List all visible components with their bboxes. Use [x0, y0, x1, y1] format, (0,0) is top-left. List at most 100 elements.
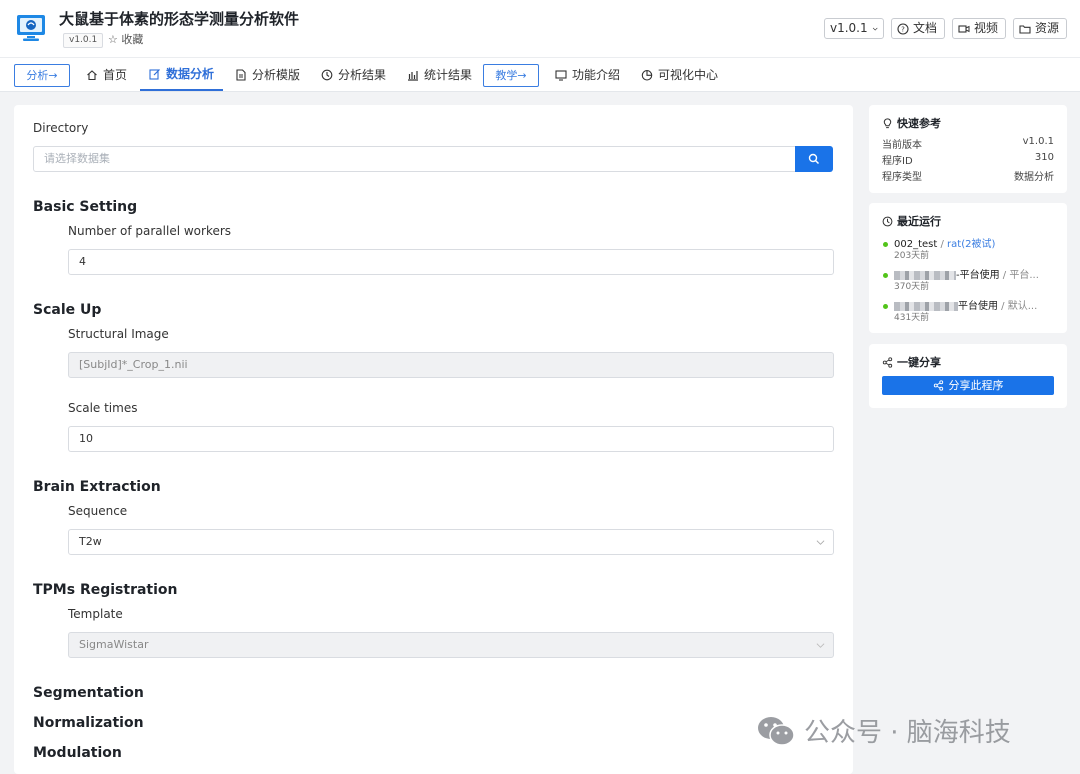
- kv-row-version: 当前版本 v1.0.1: [882, 136, 1054, 151]
- share-program-button[interactable]: 分享此程序: [882, 376, 1054, 395]
- section-scale-up: Scale Up: [33, 302, 102, 318]
- bar-chart-icon: [408, 70, 418, 81]
- kv-key: 当前版本: [882, 140, 922, 151]
- status-dot: [883, 273, 888, 278]
- kv-value: 数据分析: [1014, 172, 1054, 183]
- main-nav: 分析→ 首页 数据分析 分析模版 分析结果 统计结果 教学→ 功能介绍 可视化中…: [0, 58, 1080, 92]
- docs-button[interactable]: ? 文档: [891, 18, 945, 39]
- nav-item-home[interactable]: 首页: [86, 58, 127, 91]
- share-button-label: 分享此程序: [948, 379, 1004, 392]
- chevron-down-icon: [816, 540, 825, 545]
- section-tpms-registration: TPMs Registration: [33, 582, 178, 598]
- nav-item-features[interactable]: 功能介绍: [555, 58, 620, 91]
- history-icon: [882, 216, 893, 226]
- section-basic-setting: Basic Setting: [33, 199, 138, 215]
- wechat-icon: [758, 716, 795, 746]
- file-icon: [236, 68, 246, 81]
- nav-item-data-analysis[interactable]: 数据分析: [140, 58, 224, 91]
- scale-times-input[interactable]: 10: [68, 426, 834, 452]
- share-card: 一键分享 分享此程序: [869, 344, 1067, 408]
- nav-item-label: 分析模版: [252, 68, 301, 82]
- edit-icon: [149, 68, 160, 80]
- watermark-text: 公众号 · 脑海科技: [804, 718, 1011, 748]
- chevron-down-icon: [816, 643, 825, 648]
- section-brain-extraction: Brain Extraction: [33, 479, 161, 495]
- quick-reference-title: 快速参考: [882, 115, 941, 131]
- sequence-label: Sequence: [68, 504, 128, 518]
- quick-reference-title-text: 快速参考: [897, 117, 941, 130]
- favorite-button[interactable]: ☆ 收藏: [108, 33, 143, 47]
- run-time: 431天前: [894, 313, 930, 323]
- recent-run-item[interactable]: 002_test / rat(2被试) 203天前: [883, 235, 1059, 261]
- watermark: 公众号 · 脑海科技: [756, 712, 1011, 749]
- video-icon: [958, 24, 970, 33]
- version-select[interactable]: v1.0.1: [824, 18, 884, 39]
- run-title: 平台使用: [958, 301, 998, 312]
- run-separator: /: [999, 270, 1010, 281]
- template-label: Template: [68, 607, 123, 621]
- nav-item-templates[interactable]: 分析模版: [235, 58, 300, 91]
- share-icon: [882, 356, 893, 368]
- run-dataset-link[interactable]: rat(2被试): [947, 239, 995, 250]
- favorite-label: 收藏: [121, 33, 144, 46]
- analysis-form-panel: Directory 请选择数据集 Basic Setting Number of…: [14, 105, 853, 774]
- folder-icon: [1019, 24, 1031, 34]
- home-icon: [87, 69, 97, 80]
- nav-item-results[interactable]: 分析结果: [321, 58, 386, 91]
- docs-label: 文档: [913, 21, 938, 35]
- share-icon: [933, 380, 943, 391]
- nav-item-label: 数据分析: [166, 67, 215, 81]
- run-separator: /: [937, 239, 948, 250]
- directory-input[interactable]: 请选择数据集: [33, 146, 796, 172]
- kv-row-program-type: 程序类型 数据分析: [882, 168, 1054, 183]
- status-dot: [883, 242, 888, 247]
- directory-search-button[interactable]: [795, 146, 833, 172]
- recent-run-item[interactable]: -平台使用 / 平台... 370天前: [883, 266, 1059, 292]
- kv-key: 程序ID: [882, 156, 913, 167]
- sequence-value: T2w: [79, 535, 102, 548]
- recent-run-item[interactable]: 平台使用 / 默认... 431天前: [883, 297, 1059, 323]
- structural-image-label: Structural Image: [68, 327, 169, 341]
- nav-item-label: 统计结果: [424, 68, 473, 82]
- version-select-value: v1.0.1: [830, 21, 868, 35]
- lightbulb-icon: [883, 117, 892, 128]
- section-normalization: Normalization: [33, 715, 144, 731]
- run-time: 370天前: [894, 282, 930, 292]
- resources-label: 资源: [1035, 21, 1060, 35]
- pie-chart-icon: [641, 69, 653, 81]
- version-tag: v1.0.1: [63, 33, 104, 48]
- video-label: 视频: [974, 21, 999, 35]
- workers-input[interactable]: 4: [68, 249, 834, 275]
- teach-button[interactable]: 教学→: [483, 64, 539, 87]
- app-header: 大鼠基于体素的形态学测量分析软件 v1.0.1 ☆ 收藏 v1.0.1 ? 文档…: [0, 0, 1080, 58]
- app-title: 大鼠基于体素的形态学测量分析软件: [59, 10, 300, 28]
- resources-button[interactable]: 资源: [1013, 18, 1067, 39]
- nav-item-label: 首页: [103, 68, 128, 82]
- kv-key: 程序类型: [882, 172, 922, 183]
- history-icon: [321, 69, 333, 80]
- recent-runs-title: 最近运行: [882, 213, 941, 229]
- screen-icon: [555, 69, 567, 81]
- video-button[interactable]: 视频: [952, 18, 1006, 39]
- run-title: -平台使用: [956, 270, 1000, 281]
- recent-runs-title-text: 最近运行: [897, 215, 941, 228]
- search-icon: [808, 153, 820, 165]
- scale-times-label: Scale times: [68, 401, 138, 415]
- structural-image-input: [SubjId]*_Crop_1.nii: [68, 352, 834, 378]
- sequence-select[interactable]: T2w: [68, 529, 834, 555]
- svg-text:?: ?: [901, 25, 905, 33]
- run-dataset-link[interactable]: 默认...: [1008, 301, 1038, 312]
- nav-item-statistics[interactable]: 统计结果: [407, 58, 472, 91]
- chevron-down-icon: [872, 27, 878, 31]
- section-segmentation: Segmentation: [33, 685, 144, 701]
- status-dot: [883, 304, 888, 309]
- directory-label: Directory: [33, 121, 89, 135]
- section-modulation: Modulation: [33, 745, 122, 761]
- nav-item-visualization[interactable]: 可视化中心: [641, 58, 718, 91]
- run-dataset-link[interactable]: 平台...: [1009, 270, 1039, 281]
- star-icon: ☆: [108, 33, 118, 46]
- nav-item-label: 功能介绍: [572, 68, 621, 82]
- share-title: 一键分享: [882, 354, 941, 370]
- analyze-button[interactable]: 分析→: [14, 64, 70, 87]
- recent-runs-card: 最近运行 002_test / rat(2被试) 203天前 -平台使用 / 平…: [869, 203, 1067, 333]
